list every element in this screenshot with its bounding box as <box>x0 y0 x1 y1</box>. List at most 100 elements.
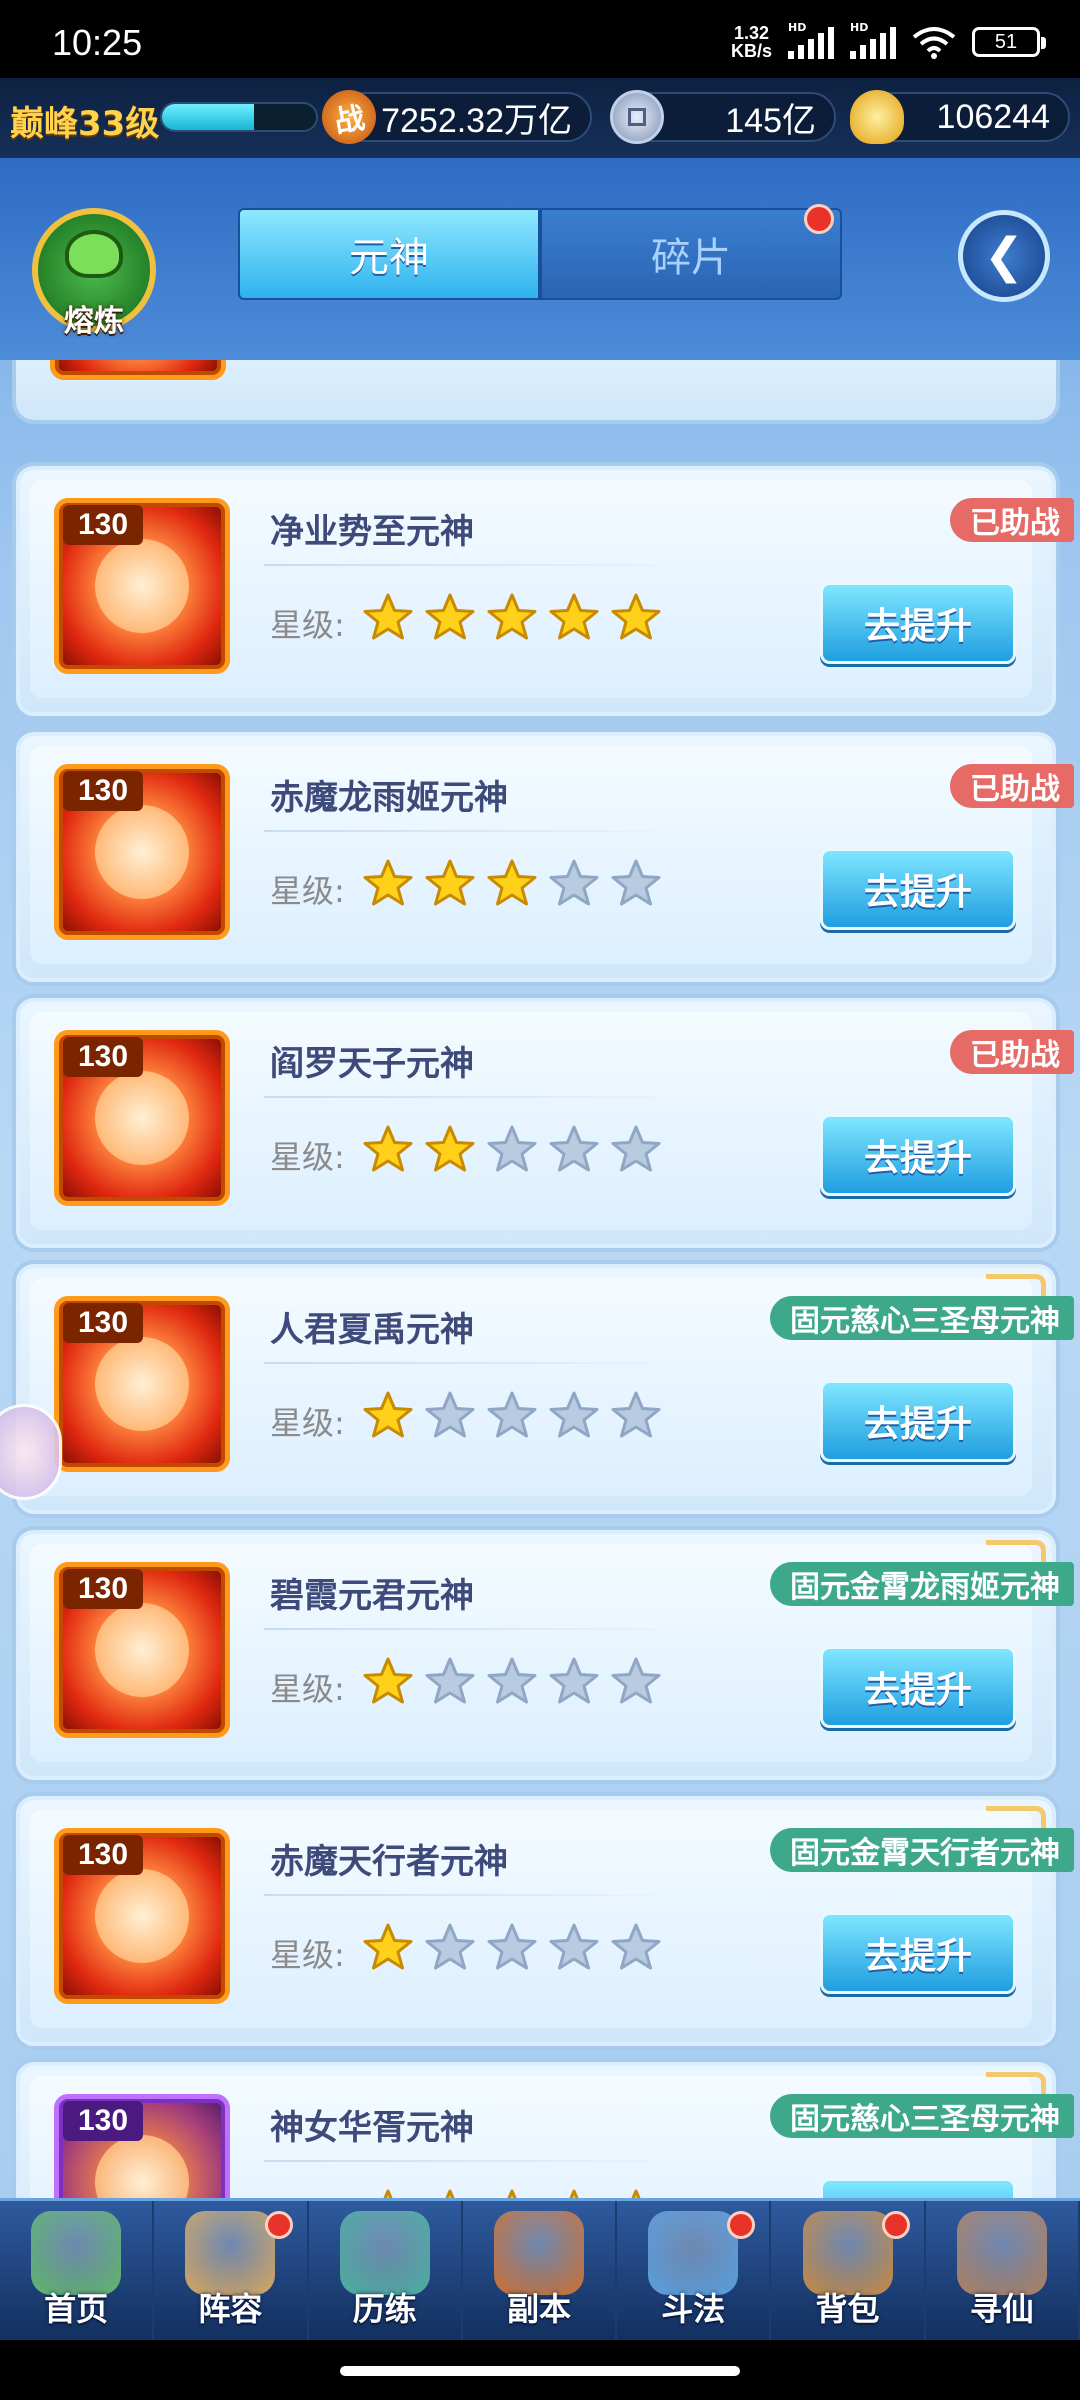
home-icon <box>31 2211 122 2295</box>
level-badge: 130 <box>63 2101 143 2141</box>
star-filled-icon <box>425 859 475 906</box>
header: 熔炼 元神 碎片 ❮ <box>0 158 1080 360</box>
yuanshen-card[interactable]: 130 神女华胥元神 星级: 固元慈心三圣母元神 去提升 <box>16 2062 1074 2198</box>
yuanshen-portrait[interactable]: 130 <box>54 1296 230 1472</box>
upgrade-button[interactable]: 去提升 <box>820 1646 1016 1728</box>
nav-item-training[interactable]: 历练 <box>309 2201 463 2340</box>
star-rating <box>362 1390 662 1442</box>
yuanshen-portrait[interactable]: 130 <box>54 764 230 940</box>
gold-value: 106244 <box>936 97 1050 136</box>
star-rating <box>362 858 662 910</box>
melt-button[interactable]: 熔炼 <box>32 208 156 339</box>
star-level-label: 星级: <box>270 1404 345 1442</box>
yuanshen-name: 神女华胥元神 <box>270 2108 474 2148</box>
power-value: 7252.32万亿 <box>381 101 572 140</box>
star-filled-icon <box>363 593 413 640</box>
nav-item-bag[interactable]: 背包 <box>771 2201 926 2340</box>
upgrade-button[interactable]: 去提升 <box>820 2178 1016 2198</box>
bottom-nav: 首页 阵容 历练 副本 斗法 背包 寻仙 <box>0 2198 1080 2340</box>
partial-portrait <box>50 360 226 380</box>
net-speed-value: 1.32 <box>733 23 770 43</box>
silver-coin-icon <box>610 90 664 144</box>
divider <box>264 1628 654 1630</box>
nav-label: 斗法 <box>661 2290 726 2328</box>
hd-label-2: HD <box>850 21 869 34</box>
nav-label: 阵容 <box>198 2290 263 2328</box>
upgrade-button[interactable]: 去提升 <box>820 848 1016 930</box>
bound-yuanshen-badge: 固元金霄天行者元神 <box>770 1828 1074 1872</box>
yuanshen-card[interactable]: 130 赤魔龙雨姬元神 星级: 已助战 去提升 <box>16 732 1074 982</box>
star-rating <box>362 592 662 644</box>
portrait-face <box>95 2135 189 2198</box>
signal-icon-2: HD <box>850 21 896 59</box>
yuanshen-card[interactable]: 130 人君夏禹元神 星级: 固元慈心三圣母元神 去提升 <box>16 1264 1074 1514</box>
portrait-face <box>95 1603 189 1697</box>
star-filled-icon <box>363 1125 413 1172</box>
back-button[interactable]: ❮ <box>958 210 1050 302</box>
yuanshen-card[interactable]: 130 碧霞元君元神 星级: 固元金霄龙雨姬元神 去提升 <box>16 1530 1074 1780</box>
divider <box>264 1894 654 1896</box>
upgrade-button[interactable]: 去提升 <box>820 1912 1016 1994</box>
yuanshen-card[interactable]: 130 赤魔天行者元神 星级: 固元金霄天行者元神 去提升 <box>16 1796 1074 2046</box>
star-empty-icon <box>487 1125 537 1172</box>
home-indicator[interactable] <box>340 2366 740 2376</box>
upgrade-button[interactable]: 去提升 <box>820 1380 1016 1462</box>
tab-yuanshen[interactable]: 元神 <box>238 208 540 300</box>
star-empty-icon <box>549 1391 599 1438</box>
level-badge: 130 <box>63 1569 143 1609</box>
upgrade-button[interactable]: 去提升 <box>820 582 1016 664</box>
star-level-label: 星级: <box>270 872 345 910</box>
star-filled-icon <box>569 2189 579 2198</box>
star-empty-icon <box>611 1923 661 1970</box>
portrait-face <box>95 805 189 899</box>
wifi-icon <box>912 27 956 59</box>
star-filled-icon <box>507 2189 517 2198</box>
tab-fragments-label: 碎片 <box>651 235 731 281</box>
nav-item-lineup[interactable]: 阵容 <box>154 2201 309 2340</box>
upgrade-button[interactable]: 去提升 <box>820 1114 1016 1196</box>
nav-item-battle[interactable]: 斗法 <box>617 2201 772 2340</box>
corner-ornament <box>986 1274 1046 1298</box>
yuanshen-portrait[interactable]: 130 <box>54 498 230 674</box>
bound-yuanshen-badge: 固元金霄龙雨姬元神 <box>770 1562 1074 1606</box>
nav-notification-dot <box>881 2211 910 2239</box>
tab-yuanshen-label: 元神 <box>349 235 429 281</box>
yuanshen-portrait[interactable]: 130 <box>54 1828 230 2004</box>
star-filled-icon <box>363 1391 413 1438</box>
star-filled-icon <box>445 2189 455 2198</box>
nav-item-dungeon[interactable]: 副本 <box>463 2201 618 2340</box>
divider <box>264 1096 654 1098</box>
star-level-label: 星级: <box>270 1138 345 1176</box>
tab-bar: 元神 碎片 <box>238 204 842 300</box>
star-rating <box>362 2188 662 2198</box>
signal-icon: HD <box>788 21 834 59</box>
yuanshen-portrait[interactable]: 130 <box>54 1562 230 1738</box>
yuanshen-card[interactable]: 130 净业势至元神 星级: 已助战 去提升 <box>16 466 1074 716</box>
yuanshen-list[interactable]: 130 净业势至元神 星级: 已助战 去提升 130 赤魔龙雨姬元神 星级: 已… <box>0 360 1080 2198</box>
star-rating <box>362 1124 662 1176</box>
yuanshen-name: 碧霞元君元神 <box>270 1576 474 1616</box>
status-bar: 10:25 1.32 KB/s HD HD 51 <box>0 0 1080 78</box>
portrait-face <box>95 1869 189 1963</box>
exp-bar <box>160 102 318 132</box>
yuanshen-name: 阎罗天子元神 <box>270 1044 474 1084</box>
nav-item-scroll[interactable]: 寻仙 <box>926 2201 1080 2340</box>
yuanshen-portrait[interactable]: 130 <box>54 1030 230 1206</box>
star-level-label: 星级: <box>270 1936 345 1974</box>
exp-bar-fill <box>162 104 255 130</box>
nav-label: 寻仙 <box>969 2290 1034 2328</box>
star-rating <box>362 1656 662 1708</box>
hd-label: HD <box>788 21 807 34</box>
silver-value: 145亿 <box>725 101 816 140</box>
tab-fragments[interactable]: 碎片 <box>540 208 842 300</box>
nav-label: 副本 <box>506 2290 571 2328</box>
star-level-label: 星级: <box>270 606 345 644</box>
cauldron-icon <box>65 230 123 278</box>
home-indicator-bar <box>0 2340 1080 2400</box>
scroll-icon <box>956 2211 1047 2295</box>
yuanshen-card[interactable]: 130 阎罗天子元神 星级: 已助战 去提升 <box>16 998 1074 1248</box>
dungeon-icon <box>493 2211 584 2295</box>
nav-item-home[interactable]: 首页 <box>0 2201 155 2340</box>
yuanshen-portrait[interactable]: 130 <box>54 2094 230 2198</box>
floating-assistant-avatar[interactable] <box>0 1404 62 1500</box>
